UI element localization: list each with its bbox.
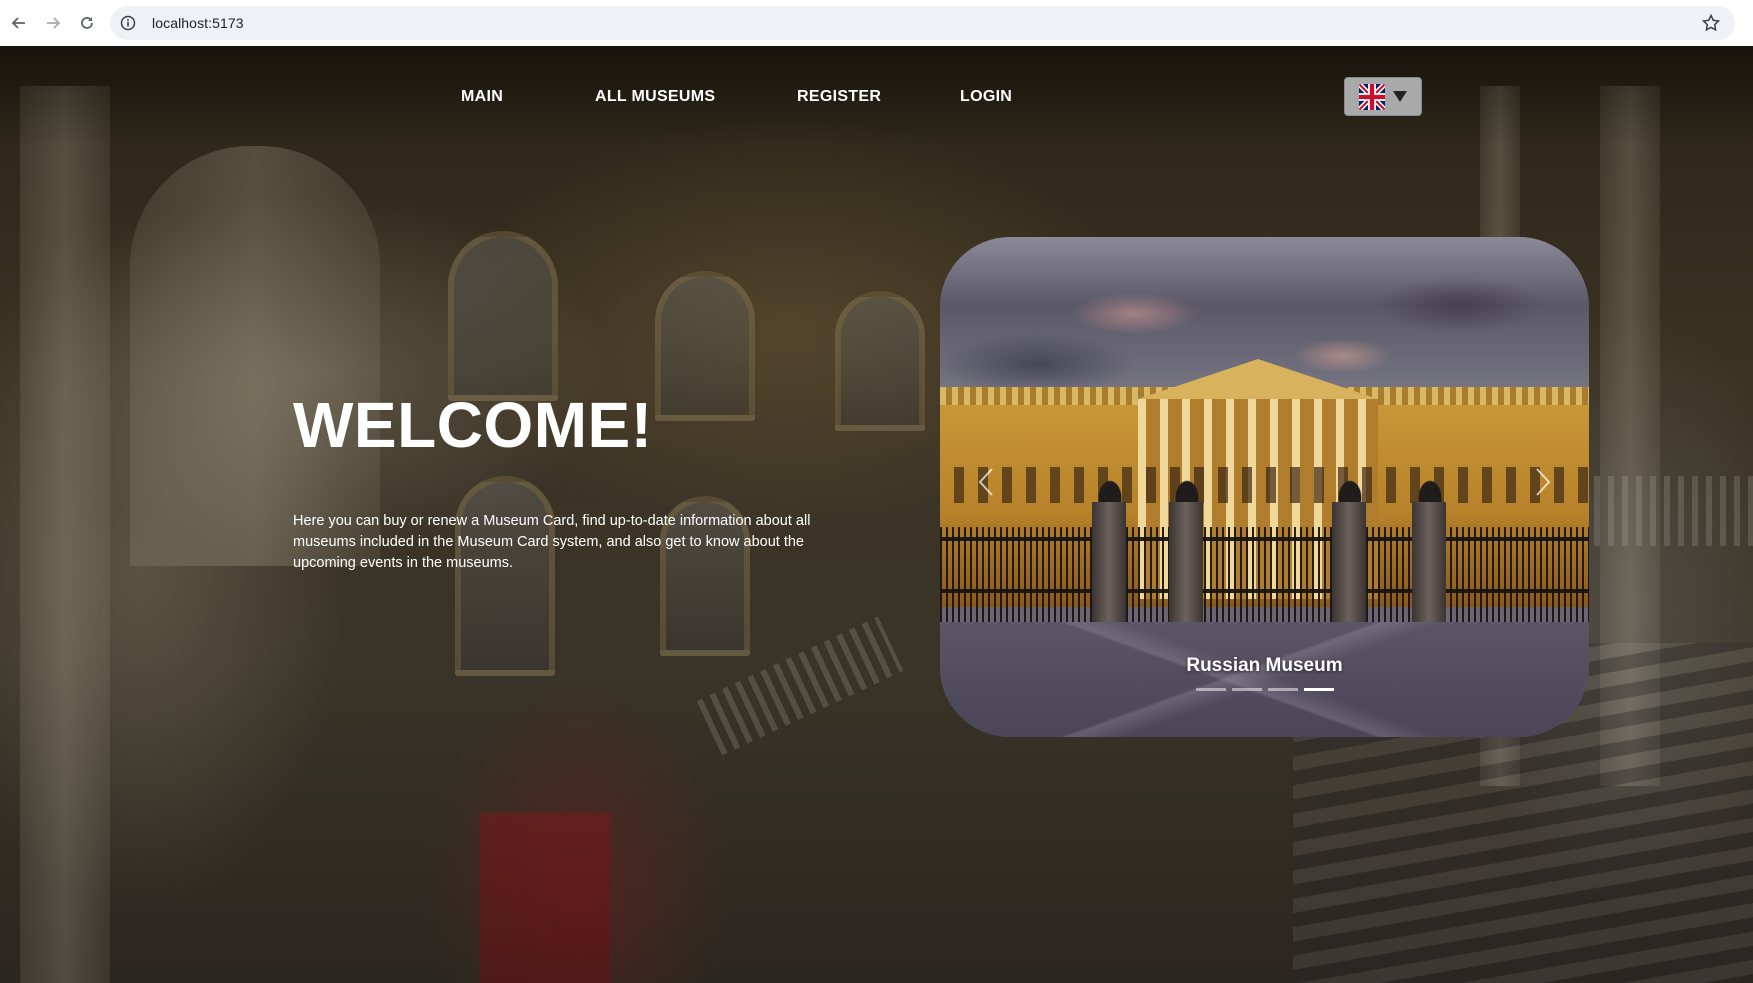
slide-caption: Russian Museum	[1186, 655, 1343, 676]
bg-statue	[130, 146, 380, 566]
bg-window	[835, 291, 925, 431]
pediment	[1138, 359, 1378, 399]
gate-pillar	[1169, 502, 1203, 627]
reload-icon[interactable]	[70, 6, 104, 40]
top-nav: MAIN ALL MUSEUMS REGISTER LOGIN	[0, 46, 1753, 146]
carousel-indicator[interactable]	[1195, 688, 1226, 691]
bg-window	[655, 271, 755, 421]
forward-icon[interactable]	[36, 6, 70, 40]
bg-window	[455, 476, 555, 676]
site-info-icon[interactable]	[118, 13, 138, 33]
uk-flag-icon	[1359, 83, 1385, 110]
page-viewport: MAIN ALL MUSEUMS REGISTER LOGIN WELCOME!…	[0, 46, 1753, 983]
language-select-button[interactable]	[1344, 77, 1422, 116]
page-title: WELCOME!	[293, 389, 653, 461]
carousel-next-button[interactable]	[1523, 462, 1563, 502]
nav-link-main[interactable]: MAIN	[461, 88, 503, 106]
nav-link-all-museums[interactable]: ALL MUSEUMS	[595, 88, 715, 106]
carousel-indicators	[940, 688, 1589, 691]
gate-pillar	[1092, 502, 1126, 627]
carousel-prev-button[interactable]	[966, 462, 1006, 502]
url-text[interactable]: localhost:5173	[152, 15, 244, 31]
carousel-indicator[interactable]	[1231, 688, 1262, 691]
caret-down-icon	[1393, 91, 1407, 102]
carousel-indicator[interactable]	[1267, 688, 1298, 691]
iron-fence	[940, 527, 1589, 622]
gate-pillar	[1332, 502, 1366, 627]
bg-carpet	[480, 813, 610, 983]
carousel-indicator-active[interactable]	[1303, 688, 1334, 691]
nav-link-login[interactable]: LOGIN	[960, 88, 1012, 106]
bg-column	[20, 86, 110, 983]
square-ground	[940, 622, 1589, 737]
back-icon[interactable]	[2, 6, 36, 40]
gate-pillar	[1412, 502, 1446, 627]
bg-window	[448, 231, 558, 401]
museum-carousel: Russian Museum	[940, 237, 1589, 737]
bg-railing	[1580, 476, 1753, 546]
nav-link-register[interactable]: REGISTER	[797, 88, 881, 106]
intro-text: Here you can buy or renew a Museum Card,…	[293, 513, 811, 571]
windows-row	[940, 467, 1589, 503]
browser-toolbar: localhost:5173	[0, 0, 1753, 46]
bookmark-star-icon[interactable]	[1701, 13, 1721, 33]
address-bar[interactable]: localhost:5173	[110, 6, 1735, 40]
